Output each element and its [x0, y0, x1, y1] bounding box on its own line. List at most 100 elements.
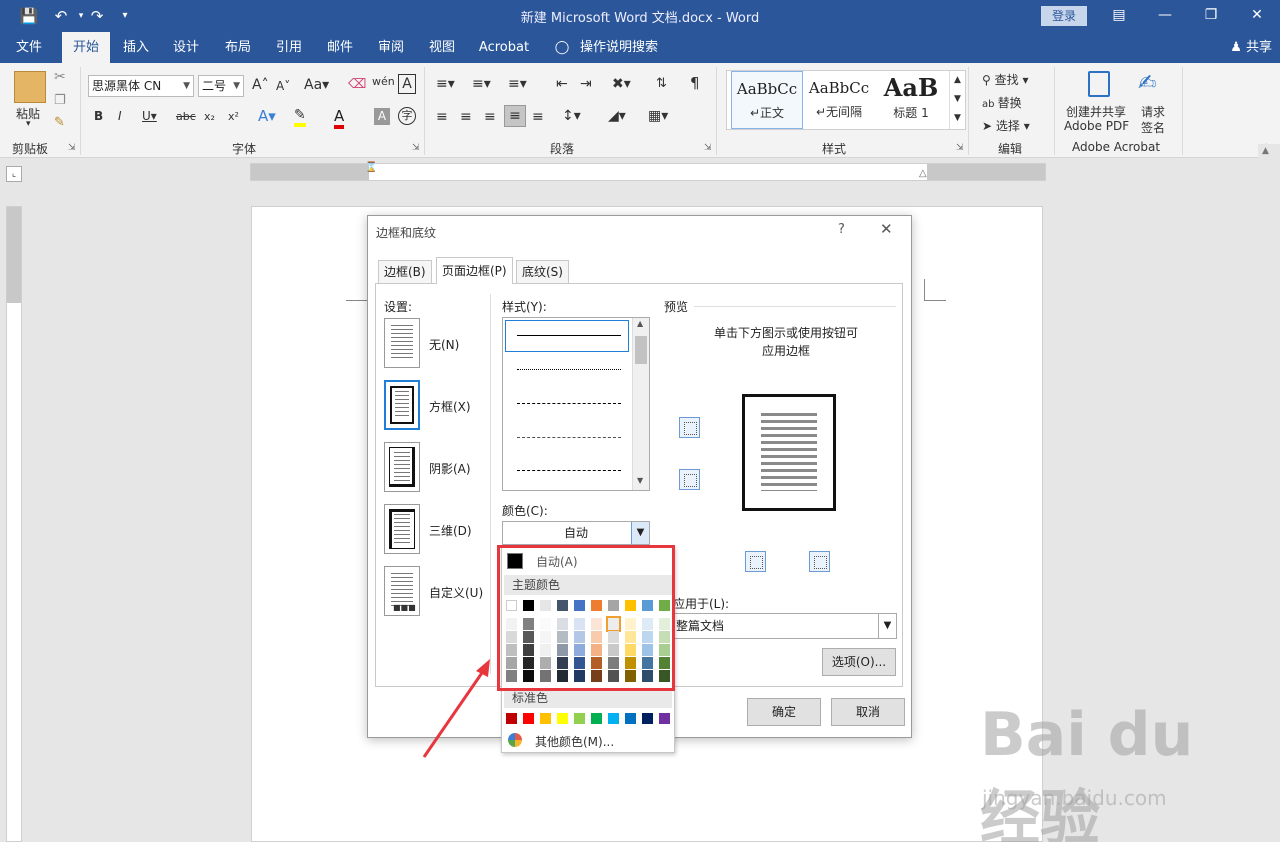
share-button[interactable]: ♟ 共享 — [1230, 32, 1272, 63]
login-button[interactable]: 登录 — [1041, 6, 1087, 26]
tab-borders[interactable]: 边框(B) — [378, 260, 432, 284]
align-center-icon[interactable]: ≡ — [460, 109, 472, 125]
tab-file[interactable]: 文件 — [6, 32, 52, 63]
tab-design[interactable]: 设计 — [164, 32, 208, 63]
scroll-up-icon[interactable]: ▲ — [1262, 146, 1269, 156]
standard-color-swatch[interactable] — [540, 713, 551, 724]
align-left-icon[interactable]: ≡ — [436, 109, 448, 125]
tab-insert[interactable]: 插入 — [114, 32, 158, 63]
grow-font-icon[interactable]: A˄ — [252, 77, 269, 93]
vertical-scrollbar[interactable]: ▲ — [1258, 144, 1280, 842]
line-style-dashed[interactable] — [517, 403, 621, 404]
setting-none-label[interactable]: 无(N) — [429, 336, 459, 353]
top-border-button[interactable] — [679, 417, 700, 438]
font-size-combo[interactable]: 二号 ▼ — [198, 75, 244, 97]
cancel-button[interactable]: 取消 — [831, 698, 905, 726]
close-window-icon[interactable]: ✕ — [1242, 4, 1272, 26]
standard-color-swatch[interactable] — [608, 713, 619, 724]
request-label[interactable]: 请求 — [1141, 103, 1165, 120]
vertical-ruler[interactable] — [6, 206, 22, 842]
bold-icon[interactable]: B — [94, 109, 103, 123]
ribbon-display-options-icon[interactable]: ▤ — [1104, 4, 1134, 26]
standard-color-swatch[interactable] — [659, 713, 670, 724]
increase-indent-icon[interactable]: ⇥ — [580, 76, 592, 92]
setting-custom-label[interactable]: 自定义(U) — [429, 584, 483, 601]
styles-scroll-icon[interactable]: ▲ ▼ ▼ — [949, 71, 965, 129]
ok-button[interactable]: 确定 — [747, 698, 821, 726]
tab-selector-icon[interactable]: ⌞ — [6, 166, 22, 182]
line-style-dash-dot[interactable] — [517, 470, 621, 471]
setting-box-icon[interactable] — [384, 380, 420, 430]
bullets-icon[interactable]: ≡▾ — [436, 76, 455, 92]
tab-review[interactable]: 审阅 — [369, 32, 413, 63]
find-button[interactable]: ⚲ 查找 ▾ — [982, 71, 1028, 88]
font-name-combo[interactable]: 思源黑体 CN ▼ — [88, 75, 194, 97]
setting-shadow-icon[interactable] — [384, 442, 420, 492]
justify-icon[interactable]: ≡ — [504, 105, 526, 127]
replace-button[interactable]: ab 替换 — [982, 94, 1022, 111]
tab-shading[interactable]: 底纹(S) — [516, 260, 569, 284]
setting-box-label[interactable]: 方框(X) — [429, 398, 471, 415]
line-style-long-dash[interactable] — [517, 437, 621, 438]
show-marks-icon[interactable]: ¶ — [690, 74, 700, 92]
font-color-icon[interactable]: A — [334, 107, 345, 129]
border-preview[interactable] — [742, 394, 836, 511]
line-style-list[interactable]: ▲ ▼ — [502, 317, 650, 491]
text-effects-icon[interactable]: A▾ — [258, 107, 276, 125]
standard-color-swatch[interactable] — [506, 713, 517, 724]
standard-color-swatch[interactable] — [625, 713, 636, 724]
change-case-icon[interactable]: Aa▾ — [304, 77, 329, 93]
strikethrough-icon[interactable]: abc — [176, 110, 196, 123]
phonetic-guide-icon[interactable]: wén — [372, 75, 395, 88]
tell-me-search[interactable]: 操作说明搜索 — [578, 32, 660, 63]
asian-layout-icon[interactable]: ✖▾ — [612, 76, 631, 92]
line-spacing-icon[interactable]: ↕▾ — [562, 108, 581, 124]
numbering-icon[interactable]: ≡▾ — [472, 76, 491, 92]
more-colors-option[interactable]: 其他颜色(M)... — [502, 729, 674, 751]
scroll-thumb[interactable] — [635, 336, 647, 364]
chevron-down-icon[interactable]: ▼ — [878, 614, 896, 638]
character-shading-icon[interactable]: A — [374, 108, 390, 125]
line-style-solid[interactable] — [517, 335, 621, 336]
clear-formatting-icon[interactable]: ⌫ — [348, 77, 366, 92]
create-share-label[interactable]: 创建并共享 — [1066, 103, 1126, 120]
setting-3d-icon[interactable] — [384, 504, 420, 554]
style-normal[interactable]: AaBbCc ↵正文 — [731, 71, 803, 129]
tab-view[interactable]: 视图 — [420, 32, 464, 63]
italic-icon[interactable]: I — [118, 109, 122, 123]
setting-none-icon[interactable] — [384, 318, 420, 368]
left-border-button[interactable] — [745, 551, 766, 572]
tab-page-border[interactable]: 页面边框(P) — [436, 257, 513, 284]
sort-icon[interactable]: ⇅ — [656, 76, 667, 91]
standard-color-swatch[interactable] — [574, 713, 585, 724]
paste-icon[interactable] — [14, 71, 46, 103]
underline-icon[interactable]: U▾ — [142, 109, 157, 123]
paste-dropdown-icon[interactable]: ▾ — [26, 119, 31, 129]
select-button[interactable]: ➤ 选择 ▾ — [982, 117, 1030, 134]
standard-color-swatch[interactable] — [523, 713, 534, 724]
tab-home[interactable]: 开始 — [62, 32, 110, 63]
adobe-pdf-label[interactable]: Adobe PDF — [1064, 119, 1129, 133]
clipboard-launcher-icon[interactable]: ⇲ — [68, 143, 76, 153]
subscript-icon[interactable]: x₂ — [204, 110, 215, 123]
close-icon[interactable]: ✕ — [880, 220, 893, 238]
options-button[interactable]: 选项(O)... — [822, 648, 896, 676]
line-style-dotted[interactable] — [517, 369, 621, 370]
style-no-spacing[interactable]: AaBbCc ↵无间隔 — [803, 71, 875, 129]
bottom-border-button[interactable] — [679, 469, 700, 490]
tab-mailings[interactable]: 邮件 — [318, 32, 362, 63]
standard-color-swatch[interactable] — [642, 713, 653, 724]
scroll-up-icon[interactable]: ▲ — [637, 319, 643, 328]
tab-acrobat[interactable]: Acrobat — [474, 32, 534, 63]
distributed-icon[interactable]: ≡ — [532, 109, 544, 125]
create-pdf-icon[interactable] — [1088, 71, 1110, 97]
align-right-icon[interactable]: ≡ — [484, 109, 496, 125]
color-combo[interactable]: 自动 ▼ — [502, 521, 650, 545]
styles-launcher-icon[interactable]: ⇲ — [956, 143, 964, 153]
chevron-down-icon[interactable]: ▼ — [631, 522, 649, 544]
scroll-down-icon[interactable]: ▼ — [637, 476, 643, 485]
selected-line-style[interactable] — [505, 320, 629, 352]
borders-icon[interactable]: ▦▾ — [648, 108, 668, 124]
request-signature-icon[interactable]: ✍ — [1138, 71, 1156, 96]
standard-color-swatch[interactable] — [591, 713, 602, 724]
